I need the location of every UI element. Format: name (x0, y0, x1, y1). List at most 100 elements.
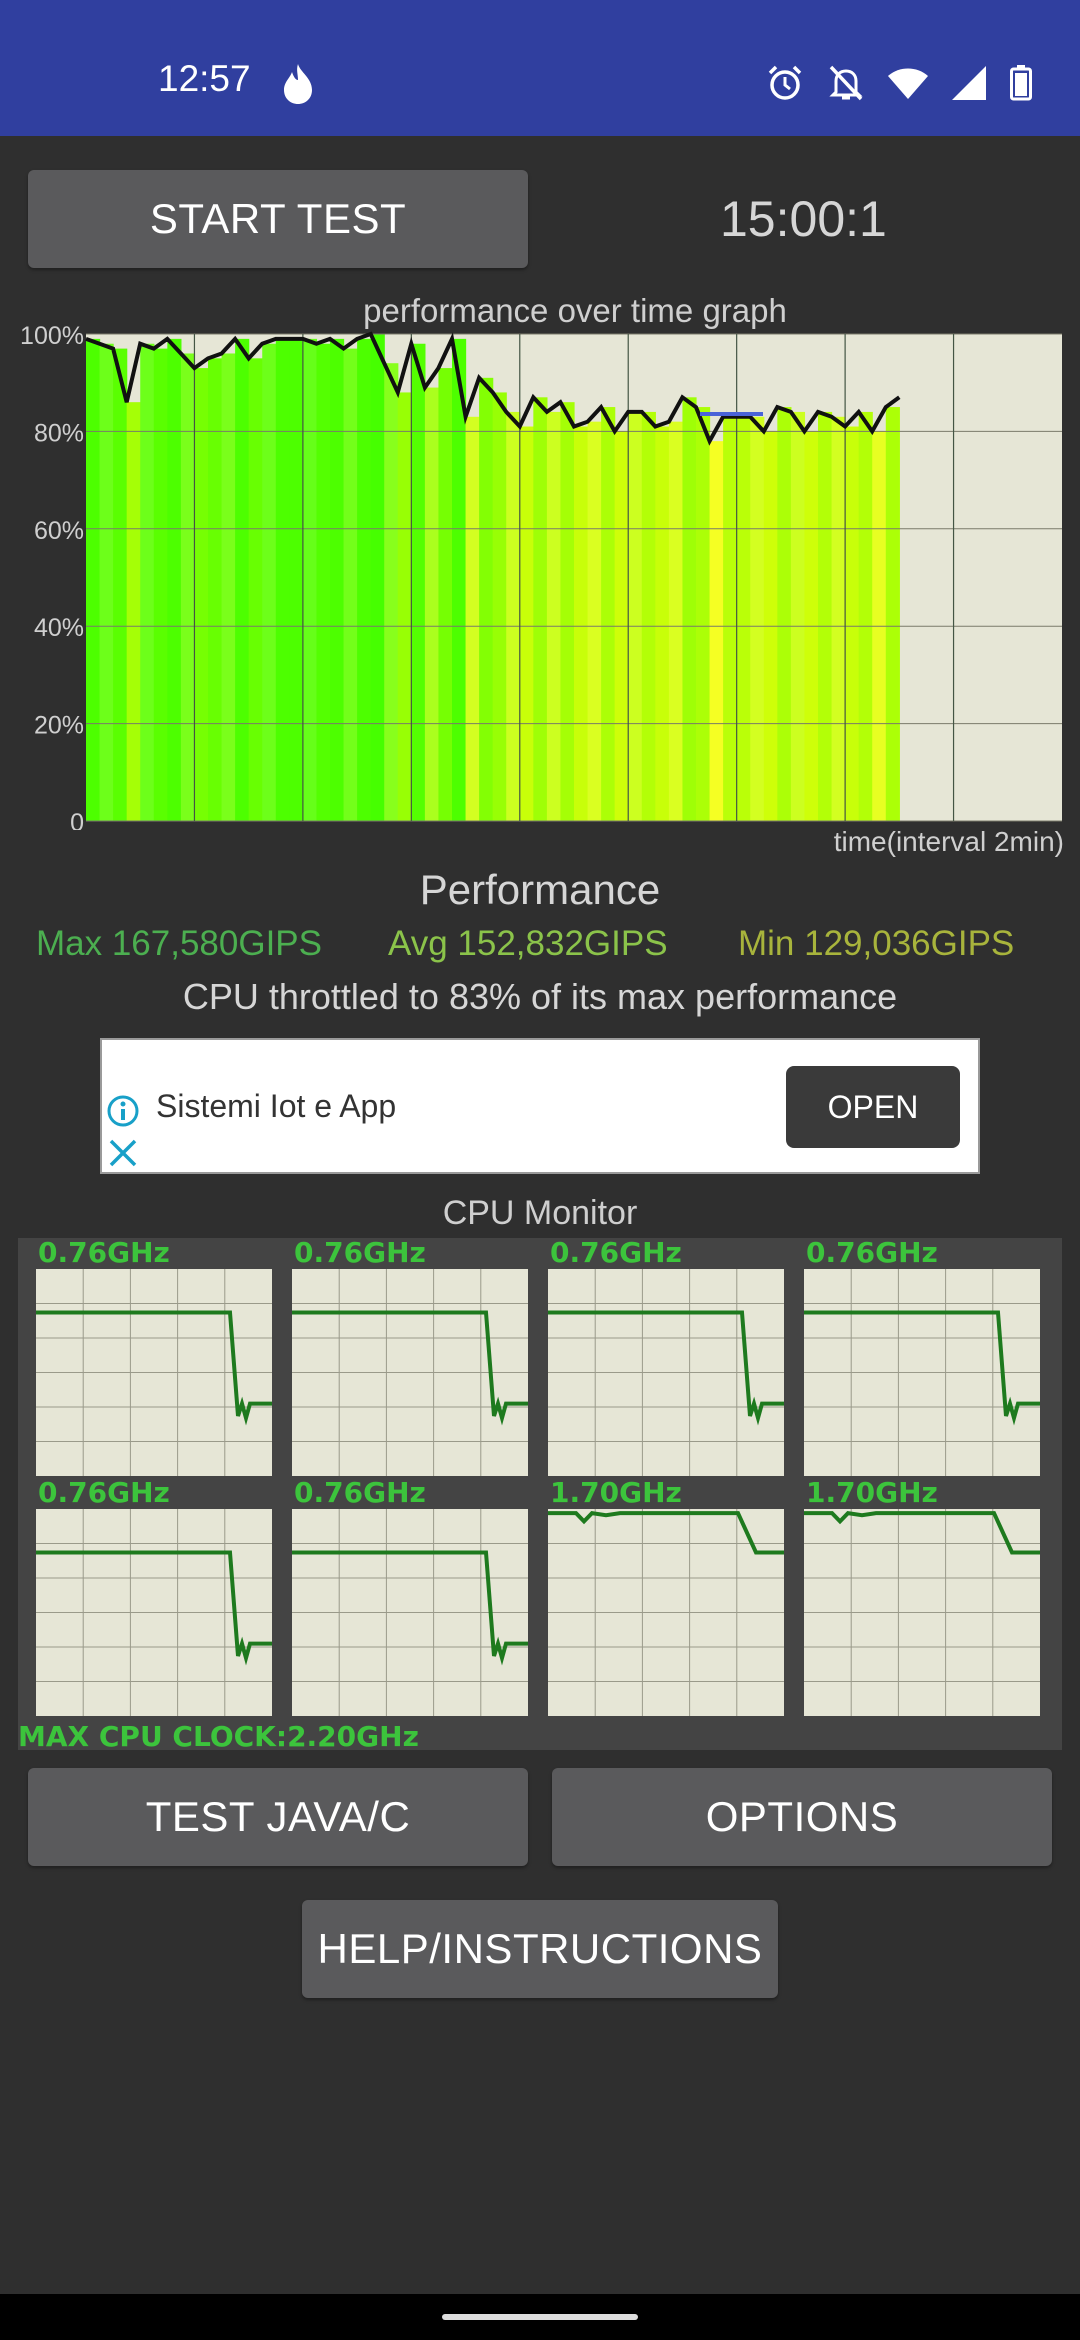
signal-icon (952, 66, 986, 100)
performance-band (248, 358, 263, 821)
cpu-core-2: 0.76GHz (548, 1238, 784, 1476)
performance-band (221, 353, 236, 821)
alarm-icon (768, 65, 802, 100)
x-axis-label: time(interval 2min) (833, 826, 1064, 857)
performance-band (113, 348, 128, 821)
y-tick-label: 40% (34, 614, 84, 642)
performance-band (126, 402, 141, 821)
performance-band (560, 402, 575, 821)
bell-off-icon (829, 65, 863, 101)
throttle-text: CPU throttled to 83% of its max performa… (182, 976, 898, 1017)
cpu-core-freq: 0.76GHz (806, 1236, 938, 1269)
performance-band (682, 397, 697, 821)
cpu-core-7: 1.70GHz (804, 1478, 1040, 1716)
cpu-core-graph (292, 1269, 528, 1476)
cpu-core-1: 0.76GHz (292, 1238, 528, 1476)
performance-band (790, 411, 806, 821)
performance-band (194, 368, 209, 821)
info-icon[interactable] (106, 1094, 140, 1128)
cpu-core-3: 0.76GHz (804, 1238, 1040, 1476)
max-cpu-clock: MAX CPU CLOCK:2.20GHz (18, 1720, 419, 1753)
performance-band (777, 407, 792, 821)
performance-band (668, 421, 684, 821)
ad-open-button[interactable]: OPEN (786, 1066, 960, 1148)
performance-band (357, 338, 372, 821)
flame-icon (284, 64, 312, 104)
performance-band (736, 416, 751, 821)
performance-band (628, 411, 643, 821)
performance-band (262, 343, 277, 821)
y-tick-label: 20% (34, 712, 84, 740)
performance-band (397, 392, 412, 821)
test-timer: 15:00:1 (720, 191, 887, 247)
performance-band (533, 397, 548, 821)
close-icon[interactable] (108, 1138, 138, 1168)
performance-band (330, 338, 345, 821)
cpu-core-6: 1.70GHz (548, 1478, 784, 1716)
cpu-core-freq: 0.76GHz (550, 1236, 682, 1269)
cpu-core-graph (804, 1269, 1040, 1476)
cpu-core-graph (36, 1269, 272, 1476)
test-java-c-button[interactable]: TEST JAVA/C (28, 1768, 528, 1866)
options-button[interactable]: OPTIONS (552, 1768, 1052, 1866)
performance-band (343, 348, 358, 821)
cpu-core-graph (36, 1509, 272, 1716)
y-tick-label: 60% (34, 517, 84, 545)
performance-band (86, 338, 101, 821)
performance-band (180, 353, 196, 821)
performance-band (845, 426, 860, 821)
cpu-core-graph (292, 1509, 528, 1716)
cpu-core-graph (548, 1509, 784, 1716)
performance-band (235, 338, 250, 821)
max-stat: Max 167,580GIPS (36, 924, 322, 963)
performance-band (492, 392, 507, 821)
performance-band (641, 411, 656, 821)
cpu-core-5: 0.76GHz (292, 1478, 528, 1716)
cpu-core-4: 0.76GHz (36, 1478, 272, 1716)
help-instructions-button[interactable]: HELP/INSTRUCTIONS (302, 1900, 778, 1998)
performance-heading: Performance (419, 866, 661, 913)
performance-band (587, 421, 602, 821)
performance-band (99, 343, 114, 821)
status-bar: 12:57 (0, 0, 1080, 136)
performance-band (655, 426, 670, 821)
cpu-core-freq: 0.76GHz (38, 1236, 170, 1269)
performance-band (723, 416, 738, 821)
status-icons (766, 60, 1032, 106)
y-tick-label: 100% (20, 322, 84, 350)
status-time: 12:57 (158, 58, 251, 99)
performance-band (465, 416, 480, 821)
battery-icon (1010, 65, 1032, 101)
cpu-core-freq: 0.76GHz (38, 1476, 170, 1509)
performance-band (818, 411, 833, 821)
ad-banner[interactable]: Sistemi Iot e App OPEN (100, 1038, 980, 1174)
navigation-bar (0, 2294, 1080, 2340)
cpu-core-graph (548, 1269, 784, 1476)
performance-band (858, 411, 873, 821)
performance-band (438, 368, 453, 821)
performance-band (424, 387, 440, 821)
performance-band (696, 407, 711, 821)
performance-band (316, 343, 331, 821)
cpu-monitor-title: CPU Monitor (442, 1194, 638, 1232)
performance-band (140, 343, 155, 821)
performance-band (506, 411, 521, 821)
cpu-core-freq: 1.70GHz (550, 1476, 682, 1509)
performance-band (167, 338, 182, 821)
performance-band (885, 407, 900, 821)
ad-text[interactable]: Sistemi Iot e App (156, 1088, 396, 1125)
performance-band (574, 426, 589, 821)
cpu-core-freq: 1.70GHz (806, 1476, 938, 1509)
wifi-icon (888, 68, 928, 99)
cpu-core-freq: 0.76GHz (294, 1476, 426, 1509)
performance-band (479, 377, 494, 821)
performance-band (519, 426, 534, 821)
cpu-core-freq: 0.76GHz (294, 1236, 426, 1269)
performance-graph: 0 20% 40% 60% 80% 100% (20, 322, 1062, 830)
min-stat: Min 129,036GIPS (738, 924, 1015, 963)
performance-band (831, 416, 846, 821)
performance-band (370, 334, 385, 821)
start-test-button[interactable]: START TEST (28, 170, 528, 268)
home-gesture-handle[interactable] (442, 2314, 638, 2320)
performance-band (411, 343, 426, 821)
